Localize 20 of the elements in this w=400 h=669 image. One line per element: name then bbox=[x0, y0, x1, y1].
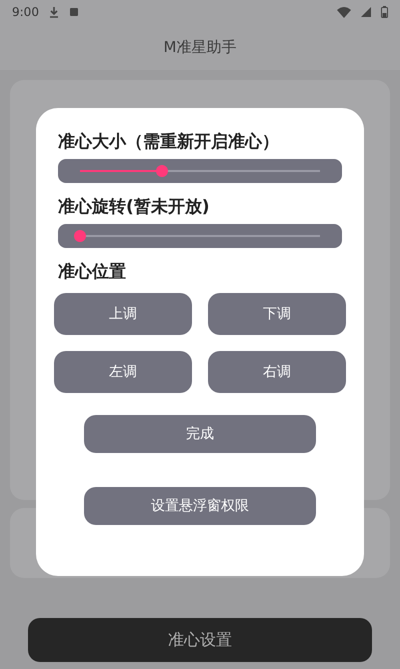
slider-thumb[interactable] bbox=[156, 165, 168, 177]
adjust-button[interactable]: 右调 bbox=[208, 351, 346, 393]
download-icon bbox=[48, 6, 59, 18]
status-time: 9:00 bbox=[12, 5, 39, 19]
adjust-button[interactable]: 上调 bbox=[54, 293, 192, 335]
slider[interactable] bbox=[58, 159, 342, 183]
slider[interactable] bbox=[58, 224, 342, 248]
signal-icon bbox=[361, 7, 371, 17]
wifi-icon bbox=[337, 6, 351, 18]
slider-thumb[interactable] bbox=[74, 230, 86, 242]
adjust-button[interactable]: 下调 bbox=[208, 293, 346, 335]
permission-button[interactable]: 设置悬浮窗权限 bbox=[84, 487, 316, 525]
section-label: 准心位置 bbox=[58, 261, 127, 283]
settings-button[interactable]: 准心设置 bbox=[28, 618, 372, 662]
done-button[interactable]: 完成 bbox=[84, 415, 316, 453]
slider-label: 准心大小（需重新开启准心） bbox=[58, 131, 280, 153]
app-title: M准星助手 bbox=[164, 38, 236, 56]
adjust-button[interactable]: 左调 bbox=[54, 351, 192, 393]
slider-label: 准心旋转(暂未开放) bbox=[58, 196, 211, 218]
battery-icon bbox=[381, 6, 388, 18]
